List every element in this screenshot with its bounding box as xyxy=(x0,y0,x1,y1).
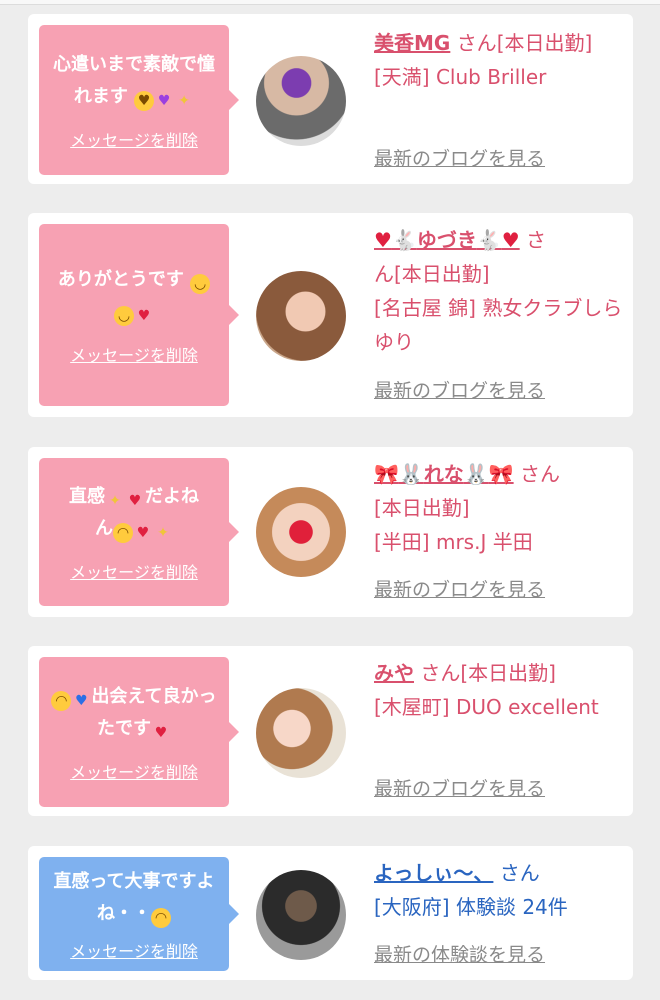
message-card: 直感って大事ですよね・・ ◠ メッセージを削除 よっしぃ〜、 さん [大阪府] 体… xyxy=(28,846,633,980)
username-link[interactable]: みや xyxy=(374,661,414,685)
message-text: ありがとうです ◡ ◡ ♥ xyxy=(57,264,211,328)
rabbit-icon: 🐰 xyxy=(463,462,489,486)
message-text-part: 直感 xyxy=(69,486,105,507)
delete-message-link[interactable]: メッセージを削除 xyxy=(70,127,198,151)
latest-blog-link[interactable]: 最新のブログを見る xyxy=(374,774,545,801)
winking-face-emoji-icon: ◠ xyxy=(113,523,133,543)
delete-message-link[interactable]: メッセージを削除 xyxy=(70,559,198,583)
username-link[interactable]: 🎀🐰れな🐰🎀 xyxy=(374,462,514,486)
username-link[interactable]: よっしぃ〜、 xyxy=(374,861,493,885)
delete-message-link[interactable]: メッセージを削除 xyxy=(70,759,198,783)
message-card: ありがとうです ◡ ◡ ♥ メッセージを削除 ♥🐇ゆづき🐇♥ さ ん[本日出勤] … xyxy=(28,213,633,417)
ribbon-icon: 🎀 xyxy=(374,462,399,486)
user-heading: 美香MG さん[本日出勤] xyxy=(374,26,624,60)
rabbit-icon: 🐇 xyxy=(476,228,502,252)
shop-location: [大阪府] 体験談 24件 xyxy=(374,895,568,919)
work-status: [本日出勤] xyxy=(374,496,470,520)
purple-heart-icon: ♥ xyxy=(157,93,171,109)
smile-emoji-icon: ◡ xyxy=(190,274,211,294)
message-text: 心遣いまで素敵で憧れます ♥ ♥ ✦ xyxy=(49,49,219,113)
message-bubble: 直感 ✦ ♥ だよね ん ◠ ♥ ✦ メッセージを削除 xyxy=(39,458,239,606)
message-bubble: 直感って大事ですよね・・ ◠ メッセージを削除 xyxy=(39,857,239,971)
user-info: 美香MG さん[本日出勤] [天満] Club Briller xyxy=(374,26,624,94)
message-text-part: 直感って大事ですよね・・ xyxy=(53,871,215,924)
avatar[interactable] xyxy=(256,271,346,361)
message-text: 直感 ✦ ♥ だよね ん ◠ ♥ ✦ xyxy=(69,481,199,545)
user-heading: ♥🐇ゆづき🐇♥ さ ん[本日出勤] xyxy=(374,223,624,291)
sparkles-icon: ✦ xyxy=(178,93,190,109)
message-text-part: ん xyxy=(95,518,113,539)
latest-blog-link[interactable]: 最新のブログを見る xyxy=(374,376,545,403)
top-divider xyxy=(0,0,660,5)
message-card: 心遣いまで素敵で憧れます ♥ ♥ ✦ メッセージを削除 美香MG さん[本日出勤] … xyxy=(28,14,633,184)
message-card: ◠ ♥ 出会えて良かったです ♥ メッセージを削除 みや さん[本日出勤] [木屋町]… xyxy=(28,646,633,816)
message-bubble: ありがとうです ◡ ◡ ♥ メッセージを削除 xyxy=(39,224,239,406)
message-bubble: 心遣いまで素敵で憧れます ♥ ♥ ✦ メッセージを削除 xyxy=(39,25,239,175)
red-heart-icon: ♥ xyxy=(501,228,520,252)
user-info: よっしぃ〜、 さん [大阪府] 体験談 24件 xyxy=(374,856,624,924)
username-text: れな xyxy=(423,462,464,486)
shop-location: [木屋町] DUO excellent xyxy=(374,695,599,719)
rabbit-icon: 🐰 xyxy=(398,462,424,486)
avatar[interactable] xyxy=(256,870,346,960)
work-status: ん[本日出勤] xyxy=(374,262,490,286)
user-info: みや さん[本日出勤] [木屋町] DUO excellent xyxy=(374,656,624,724)
username-link[interactable]: 美香MG xyxy=(374,31,450,55)
two-hearts-icon: ♥ xyxy=(136,525,150,541)
delete-message-link[interactable]: メッセージを削除 xyxy=(70,342,198,366)
username-link[interactable]: ♥🐇ゆづき🐇♥ xyxy=(374,228,520,252)
latest-blog-link[interactable]: 最新のブログを見る xyxy=(374,144,545,171)
ribbon-icon: 🎀 xyxy=(488,462,514,486)
honorific: さん xyxy=(499,861,540,885)
sparkles-icon: ✦ xyxy=(157,525,169,541)
blue-heart-icon: ♥ xyxy=(75,693,88,709)
message-text: ◠ ♥ 出会えて良かったです ♥ xyxy=(49,681,219,745)
message-text-part: だよね xyxy=(145,486,199,507)
user-info: ♥🐇ゆづき🐇♥ さ ん[本日出勤] [名古屋 錦] 熟女クラブしらゆり xyxy=(374,223,624,359)
latest-review-link[interactable]: 最新の体験談を見る xyxy=(374,940,545,967)
message-text: 直感って大事ですよね・・ ◠ xyxy=(49,866,219,930)
shop-location: [半田] mrs.J 半田 xyxy=(374,530,533,554)
red-heart-icon: ♥ xyxy=(374,228,392,252)
user-heading: よっしぃ〜、 さん xyxy=(374,856,624,890)
rabbit-icon: 🐇 xyxy=(391,228,417,252)
honorific: さん xyxy=(519,462,560,486)
heart-eyes-emoji-icon: ♥ xyxy=(134,91,155,111)
honorific: さん xyxy=(456,31,497,55)
winking-face-emoji-icon: ◠ xyxy=(151,908,171,928)
message-text-part: ありがとうです xyxy=(57,269,184,290)
avatar[interactable] xyxy=(256,487,346,577)
sparkles-icon: ✦ xyxy=(109,493,121,509)
avatar[interactable] xyxy=(256,688,346,778)
shop-location: [天満] Club Briller xyxy=(374,65,547,89)
message-card: 直感 ✦ ♥ だよね ん ◠ ♥ ✦ メッセージを削除 🎀🐰れな🐰🎀 さん [本日出勤] [… xyxy=(28,447,633,617)
delete-message-link[interactable]: メッセージを削除 xyxy=(70,938,198,962)
latest-blog-link[interactable]: 最新のブログを見る xyxy=(374,575,545,602)
avatar[interactable] xyxy=(256,56,346,146)
work-status: [本日出勤] xyxy=(496,31,593,55)
user-info: 🎀🐰れな🐰🎀 さん [本日出勤] [半田] mrs.J 半田 xyxy=(374,457,624,559)
message-bubble: ◠ ♥ 出会えて良かったです ♥ メッセージを削除 xyxy=(39,657,239,807)
username-text: ゆづき xyxy=(416,228,477,252)
two-hearts-icon: ♥ xyxy=(154,725,168,741)
user-heading: みや さん[本日出勤] xyxy=(374,656,624,690)
honorific: さ xyxy=(526,228,547,252)
shop-location: [名古屋 錦] 熟女クラブしらゆり xyxy=(374,296,623,354)
weary-face-emoji-icon: ◠ xyxy=(51,691,72,711)
user-heading: 🎀🐰れな🐰🎀 さん [本日出勤] xyxy=(374,457,624,525)
red-heart-icon: ♥ xyxy=(128,493,142,509)
honorific: さん[本日出勤] xyxy=(420,661,556,685)
red-heart-icon: ♥ xyxy=(137,308,151,324)
smile-emoji-icon: ◡ xyxy=(114,306,134,326)
